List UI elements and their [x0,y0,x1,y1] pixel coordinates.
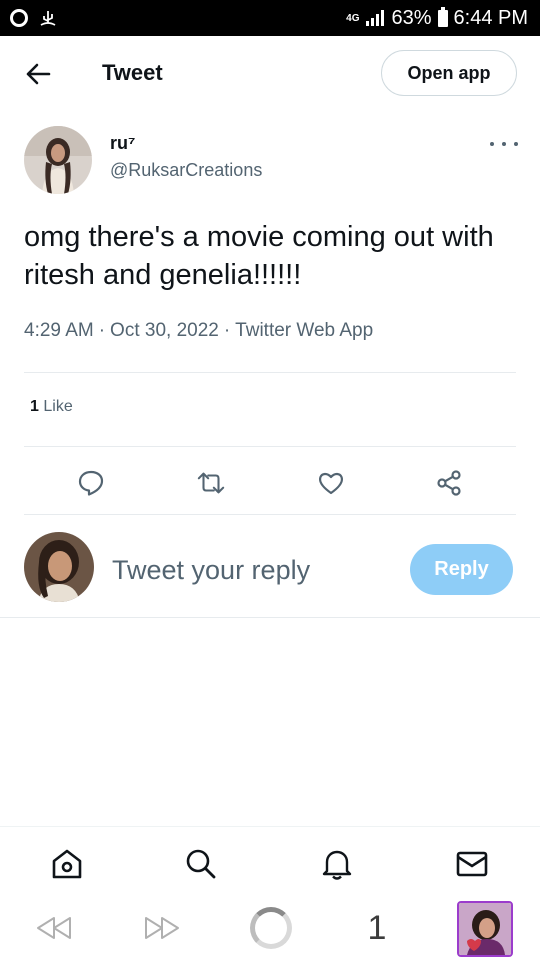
more-options-button[interactable] [490,136,518,152]
like-count: 1 [30,398,39,415]
header: Tweet Open app [0,36,540,112]
share-action-button[interactable] [434,468,464,498]
bottom-nav [0,826,540,898]
user-avatar[interactable] [24,532,94,602]
retweet-action-button[interactable] [196,468,226,498]
signal-icon [366,10,385,26]
likes-count-link[interactable]: 1 Like [30,398,73,416]
browser-tabs-button[interactable]: 1 [362,908,392,948]
reply-input[interactable] [112,550,392,590]
meta-separator: · [223,320,231,341]
bell-icon [322,850,352,880]
browser-forward-button[interactable] [142,908,182,948]
network-type: 4G [346,12,360,24]
opera-icon [10,9,28,27]
open-app-button[interactable]: Open app [381,50,517,96]
battery-icon [437,6,448,27]
retweet-icon [197,472,225,494]
divider [24,514,516,515]
like-action-button[interactable] [316,468,346,498]
tweet-time[interactable]: 4:29 AM [24,320,94,342]
tweet-actions [24,460,516,506]
comment-icon [78,470,104,496]
author-handle[interactable]: @RuksarCreations [110,160,262,181]
reply-action-button[interactable] [76,468,106,498]
author-avatar[interactable] [24,126,92,194]
tweet-meta: 4:29 AM · Oct 30, 2022 · Twitter Web App [24,320,373,342]
divider [24,446,516,447]
like-label: Like [43,398,73,415]
search-icon [186,849,216,879]
nav-notifications[interactable] [320,847,354,881]
back-button[interactable] [22,58,54,90]
tweet-date[interactable]: Oct 30, 2022 [110,320,219,342]
nav-search[interactable] [184,847,218,881]
nav-home[interactable] [50,847,84,881]
browser-reload-button[interactable] [248,907,294,949]
rewind-icon [37,917,71,939]
heart-icon [319,472,343,495]
browser-back-button[interactable] [34,908,74,948]
status-bar: 4G 63% 6:44 PM [0,0,540,36]
profile-thumbnail [457,901,513,957]
tweet-text: omg there's a movie coming out with rite… [24,221,494,291]
browser-toolbar: 1 [0,898,540,960]
loading-spinner-icon [250,907,292,949]
nav-messages[interactable] [455,847,489,881]
arrow-left-icon [26,63,51,85]
page-title: Tweet [102,60,163,85]
reply-button[interactable]: Reply [410,544,513,595]
fast-forward-icon [145,917,179,939]
divider [0,617,540,618]
browser-menu-button[interactable] [456,900,514,958]
avatar-image [24,126,92,194]
clock: 6:44 PM [453,6,528,29]
battery-percent: 63% [391,6,432,29]
tab-count: 1 [367,908,387,947]
more-dots-icon [490,142,494,146]
author-name[interactable]: ru⁷ [110,133,135,154]
tweet-source: Twitter Web App [235,320,374,341]
divider [24,372,516,373]
avatar-image [24,532,94,602]
mail-icon [456,851,488,877]
meta-separator: · [98,320,106,341]
home-icon [52,849,82,879]
usb-icon [40,11,56,26]
share-icon [437,470,461,496]
